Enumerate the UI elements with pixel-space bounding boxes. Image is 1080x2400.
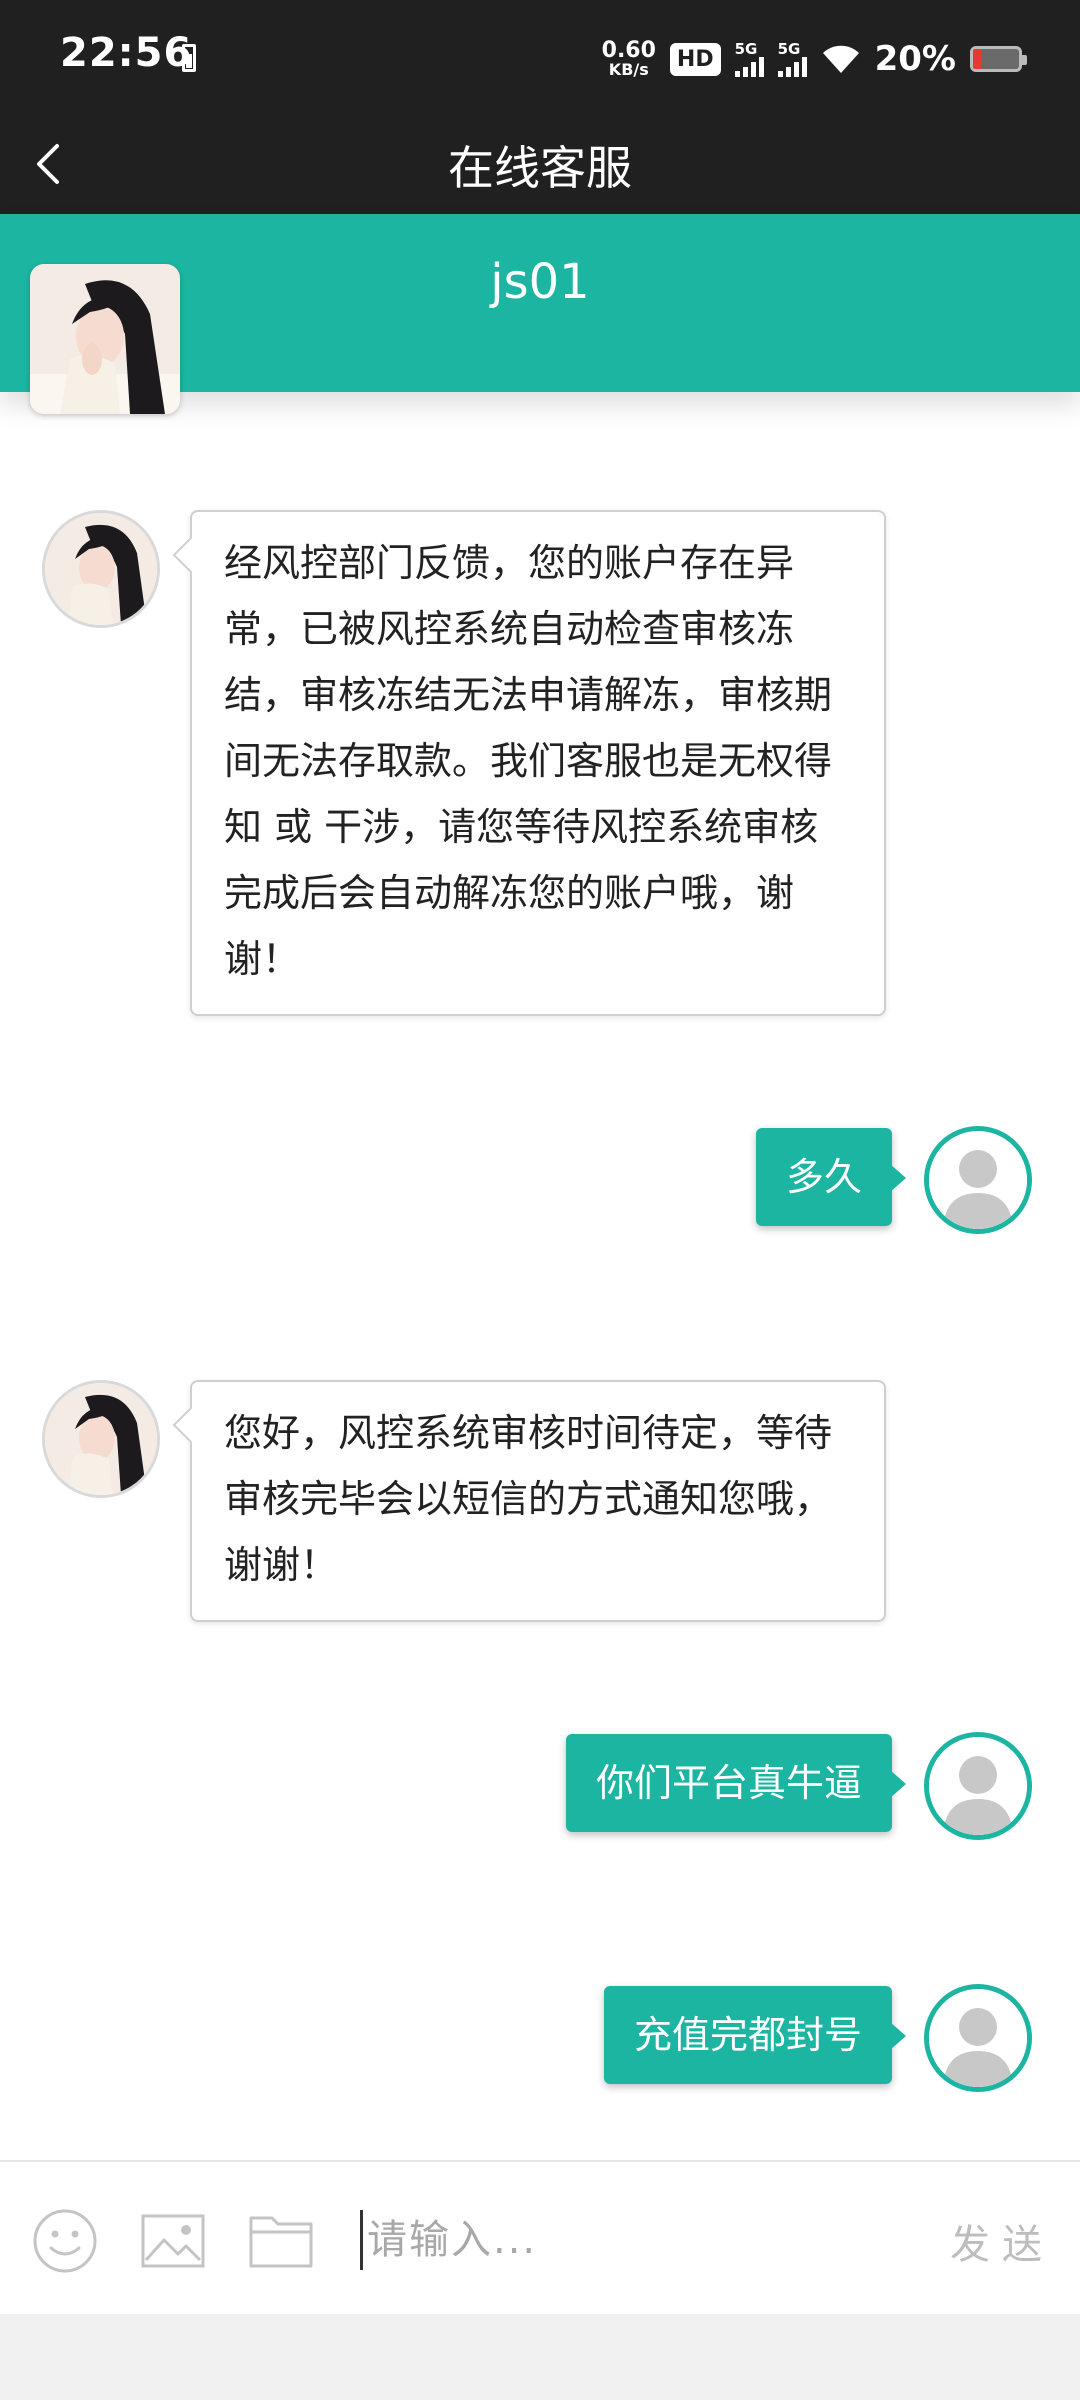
message-input-bar: 发送 [0, 2160, 1080, 2314]
service-avatar[interactable] [42, 1380, 160, 1498]
emoji-icon[interactable] [32, 2208, 98, 2274]
agent-header: js01 [0, 214, 1080, 414]
folder-icon[interactable] [248, 2208, 314, 2274]
wifi-icon [822, 45, 859, 73]
network-speed-value: 0.60 [601, 38, 656, 63]
battery-saver-icon [182, 44, 196, 72]
signal-5g-label: 5G [734, 39, 758, 58]
hd-voice-icon: HD [669, 42, 721, 76]
nav-bar: 在线客服 [0, 116, 1080, 214]
battery-icon [970, 46, 1027, 72]
battery-percent: 20% [874, 39, 956, 79]
signal-5g-label: 5G [777, 39, 801, 58]
signal-5g-icon: 5G [734, 39, 764, 77]
bottom-bar [0, 2314, 1080, 2400]
image-icon[interactable] [140, 2208, 206, 2274]
battery-level [973, 49, 983, 69]
user-avatar[interactable] [924, 1126, 1032, 1234]
service-message: 经风控部门反馈，您的账户存在异常，已被风控系统自动检查审核冻结，审核冻结无法申请… [190, 510, 886, 1016]
service-avatar[interactable] [42, 510, 160, 628]
user-message: 你们平台真牛逼 [565, 1734, 907, 1832]
network-speed-unit: KB/s [608, 60, 649, 79]
page-title: 在线客服 [448, 141, 632, 195]
send-button[interactable]: 发送 [950, 2212, 1054, 2270]
agent-name: js01 [490, 254, 590, 310]
status-indicators: 0.60 KB/s HD 5G 5G 20% [602, 34, 1027, 84]
user-avatar[interactable] [924, 1732, 1032, 1840]
message-input[interactable] [360, 2210, 920, 2270]
status-bar: 22:56 0.60 KB/s HD 5G 5G 20% [0, 0, 1080, 116]
status-time: 22:56 [60, 30, 193, 76]
network-speed: 0.60 KB/s [602, 40, 656, 78]
user-message: 充值完都封号 [603, 1986, 907, 2084]
service-message: 您好，风控系统审核时间待定，等待审核完毕会以短信的方式通知您哦，谢谢！ [190, 1380, 886, 1622]
user-avatar[interactable] [924, 1984, 1032, 2092]
signal-5g-icon: 5G [777, 39, 807, 77]
user-message: 多久 [755, 1128, 907, 1226]
